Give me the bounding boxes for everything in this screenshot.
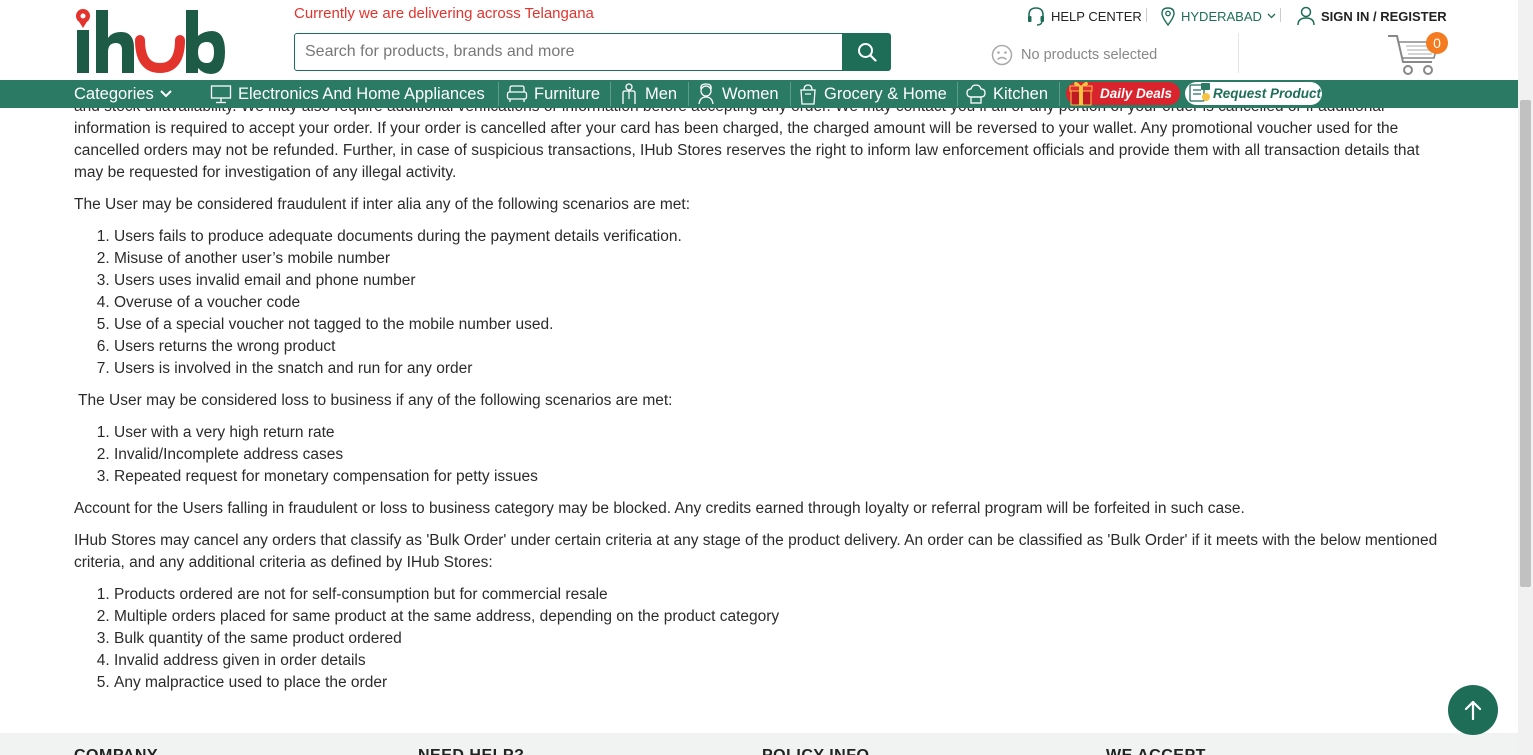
categories-menu[interactable]: Categories — [74, 80, 172, 108]
footer-heading-company: COMPANY — [74, 747, 158, 755]
separator — [1280, 8, 1281, 22]
headset-icon — [1028, 7, 1044, 26]
nav-label: Furniture — [534, 84, 601, 103]
categories-label: Categories — [74, 84, 154, 103]
list-item: Multiple orders placed for same product … — [114, 606, 1444, 628]
nav-item-men[interactable]: Men — [619, 80, 677, 108]
woman-icon — [698, 83, 714, 105]
sofa-icon — [506, 85, 528, 102]
search-icon — [858, 43, 877, 62]
nav-separator — [957, 82, 958, 106]
scrollbar-thumb[interactable] — [1520, 100, 1531, 587]
list-item: User with a very high return rate — [114, 422, 1444, 444]
ihub-logo[interactable] — [74, 6, 226, 81]
search-input[interactable] — [294, 33, 843, 71]
nav-label: Grocery & Home — [824, 84, 947, 103]
nav-label: Women — [722, 84, 779, 103]
sign-in-link[interactable]: SIGN IN / REGISTER — [1296, 6, 1447, 26]
list-item: Products ordered are not for self-consum… — [114, 584, 1444, 606]
grocery-bag-icon — [800, 84, 816, 105]
back-to-top-button[interactable] — [1448, 685, 1498, 735]
list-item: Bulk quantity of the same product ordere… — [114, 628, 1444, 650]
site-footer: COMPANY NEED HELP? POLICY INFO WE ACCEPT — [0, 733, 1518, 755]
chevron-down-icon — [1267, 13, 1276, 19]
nav-separator — [1059, 82, 1060, 106]
request-product-button[interactable]: Request Product — [1185, 82, 1322, 105]
list-item: Invalid/Incomplete address cases — [114, 444, 1444, 466]
nav-item-women[interactable]: Women — [696, 80, 779, 108]
footer-heading-help: NEED HELP? — [418, 747, 524, 755]
chevron-down-icon — [160, 90, 172, 98]
bulk-intro: IHub Stores may cancel any orders that c… — [74, 532, 1438, 571]
terms-content: and stock unavailability. We may also re… — [74, 96, 1444, 704]
location-pin-icon — [1161, 7, 1175, 26]
man-icon — [622, 83, 636, 104]
search-button[interactable] — [843, 33, 891, 71]
list-item: Any malpractice used to place the order — [114, 672, 1444, 694]
nav-separator — [610, 82, 611, 106]
list-item: Overuse of a voucher code — [114, 292, 1444, 314]
list-item: Users fails to produce adequate document… — [114, 226, 1444, 248]
nav-label: Men — [645, 84, 678, 103]
list-item: Misuse of another user’s mobile number — [114, 248, 1444, 270]
sad-face-icon — [991, 44, 1013, 66]
footer-heading-policy: POLICY INFO — [762, 747, 869, 755]
site-header: Currently we are delivering across Telan… — [0, 0, 1518, 80]
daily-deals-button[interactable]: Daily Deals — [1066, 81, 1180, 106]
search-bar — [294, 33, 891, 71]
arrow-up-icon — [1464, 700, 1482, 720]
paragraph-clipped: and stock unavailability. We may also re… — [74, 98, 1420, 181]
delivery-notice: Currently we are delivering across Telan… — [294, 5, 594, 22]
list-item: Invalid address given in order details — [114, 650, 1444, 672]
nav-separator — [498, 82, 499, 106]
list-item: Users is involved in the snatch and run … — [114, 358, 1444, 380]
list-item: Users uses invalid email and phone numbe… — [114, 270, 1444, 292]
city-label: HYDERABAD — [1181, 8, 1262, 24]
nav-item-electronics[interactable]: Electronics And Home Appliances — [210, 80, 485, 108]
list-item: Use of a special voucher not tagged to t… — [114, 314, 1444, 336]
footer-heading-payments: WE ACCEPT — [1106, 747, 1206, 755]
cart-count-badge: 0 — [1426, 32, 1448, 54]
gift-icon — [1069, 81, 1093, 106]
nav-separator — [790, 82, 791, 106]
loss-list: User with a very high return rate Invali… — [74, 422, 1444, 488]
account-paragraph: Account for the Users falling in fraudul… — [74, 500, 1245, 517]
nav-item-grocery[interactable]: Grocery & Home — [798, 80, 947, 108]
help-center-link[interactable]: HELP CENTER — [1026, 6, 1142, 26]
list-item: Users returns the wrong product — [114, 336, 1444, 358]
fraud-list: Users fails to produce adequate document… — [74, 226, 1444, 380]
user-icon — [1297, 6, 1315, 26]
request-product-label: Request Product — [1213, 86, 1322, 101]
nav-item-kitchen[interactable]: Kitchen — [965, 80, 1048, 108]
help-center-label: HELP CENTER — [1051, 8, 1142, 24]
list-item: Repeated request for monetary compensati… — [114, 466, 1444, 488]
city-selector[interactable]: HYDERABAD — [1160, 6, 1276, 26]
bulk-list: Products ordered are not for self-consum… — [74, 584, 1444, 694]
monitor-icon — [210, 85, 232, 104]
sign-in-label: SIGN IN / REGISTER — [1321, 8, 1447, 24]
nav-separator — [688, 82, 689, 106]
fraud-intro: The User may be considered fraudulent if… — [74, 196, 691, 213]
separator — [1146, 8, 1147, 22]
no-products-label: No products selected — [1021, 47, 1158, 63]
category-nav: Categories Electronics And Home Applianc… — [0, 80, 1518, 108]
daily-deals-label: Daily Deals — [1100, 86, 1173, 101]
nav-label: Kitchen — [993, 84, 1049, 103]
header-divider — [1238, 33, 1239, 73]
chef-hat-icon — [966, 84, 986, 104]
request-form-icon — [1189, 83, 1210, 102]
page-scrollbar[interactable] — [1518, 0, 1533, 755]
nav-label: Electronics And Home Appliances — [238, 84, 485, 103]
no-products-status: No products selected — [991, 44, 1157, 66]
nav-item-furniture[interactable]: Furniture — [506, 80, 600, 108]
loss-intro: The User may be considered loss to busin… — [74, 392, 673, 409]
